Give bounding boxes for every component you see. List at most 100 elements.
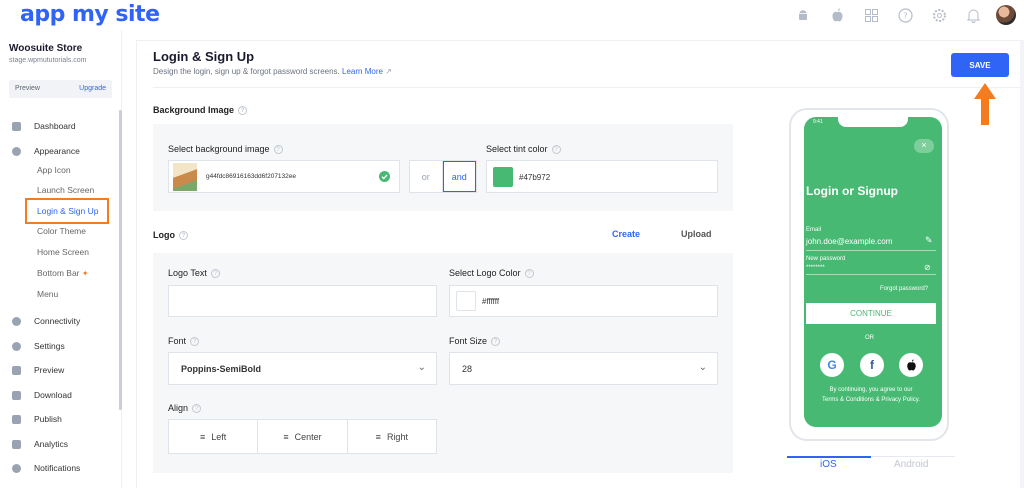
sidebar-sub-home-screen[interactable]: Home Screen — [37, 247, 89, 257]
align-toggle: ≡ Left ≡ Center ≡ Right — [168, 419, 437, 454]
align-right-text: Right — [386, 431, 408, 442]
sidebar-item-appearance[interactable]: Appearance — [12, 146, 80, 156]
sidebar-item-label: Bottom Bar — [37, 268, 80, 278]
sidebar-sub-app-icon[interactable]: App Icon — [37, 165, 71, 175]
help-icon[interactable]: ? — [190, 337, 200, 347]
main-scrollbar[interactable] — [1020, 40, 1024, 488]
store-url: stage.wpmututorials.com — [9, 57, 87, 64]
pencil-icon[interactable]: ✎ — [925, 235, 933, 246]
logo-section-text: Logo — [153, 230, 175, 240]
grid-icon[interactable] — [860, 4, 882, 26]
or-and-toggle: or and — [409, 160, 477, 193]
logo-text-input[interactable] — [168, 285, 437, 317]
tab-ios[interactable]: iOS — [820, 459, 837, 470]
google-icon[interactable]: G — [820, 353, 844, 377]
sidebar-item-label: Settings — [34, 341, 65, 351]
tint-color-picker[interactable]: #47b972 — [486, 160, 718, 193]
apple-icon[interactable] — [826, 4, 848, 26]
help-icon[interactable]: ? — [179, 231, 188, 241]
help-icon[interactable]: ? — [524, 269, 534, 279]
sidebar-sub-color-theme[interactable]: Color Theme — [37, 226, 86, 236]
font-select[interactable]: Poppins-SemiBold ⌄ — [168, 352, 437, 385]
subtitle-text: Design the login, sign up & forgot passw… — [153, 67, 340, 76]
android-icon[interactable] — [792, 4, 814, 26]
facebook-icon[interactable]: f — [860, 353, 884, 377]
align-center-option[interactable]: ≡ Center — [258, 420, 348, 453]
sidebar-sub-launch-screen[interactable]: Launch Screen — [37, 185, 94, 195]
help-icon[interactable]: ? — [491, 337, 501, 347]
font-value: Poppins-SemiBold — [181, 364, 262, 374]
sidebar-sub-bottom-bar[interactable]: Bottom Bar ✦ — [37, 268, 89, 278]
help-icon[interactable]: ? — [238, 106, 248, 116]
background-section-text: Background Image — [153, 105, 235, 115]
sidebar-item-settings[interactable]: Settings — [12, 341, 65, 351]
sidebar-item-label: Connectivity — [34, 316, 81, 326]
sidebar-item-connectivity[interactable]: Connectivity — [12, 316, 80, 326]
align-right-option[interactable]: ≡ Right — [348, 420, 436, 453]
publish-icon — [12, 414, 21, 424]
help-icon[interactable]: ? — [192, 404, 202, 414]
bg-filename: g44fdc86916163dd6f207132ee — [206, 173, 297, 180]
sidebar-sub-menu[interactable]: Menu — [37, 289, 58, 299]
bg-image-picker[interactable]: g44fdc86916163dd6f207132ee — [168, 160, 400, 193]
arrow-up-icon — [974, 83, 996, 125]
preview-upgrade-box: Preview Upgrade — [9, 80, 112, 98]
learn-more-link[interactable]: Learn More — [342, 67, 383, 76]
gear-icon[interactable] — [928, 4, 950, 26]
user-avatar[interactable] — [996, 5, 1016, 25]
palette-icon — [12, 146, 21, 156]
app-logo[interactable]: app my site — [20, 2, 160, 27]
close-icon[interactable]: × — [914, 139, 934, 153]
logo-color-picker[interactable]: #ffffff — [449, 285, 718, 317]
eye-off-icon[interactable]: ⊘ — [924, 263, 931, 272]
align-left-option[interactable]: ≡ Left — [169, 420, 259, 453]
sidebar-sub-login-signup[interactable]: Login & Sign Up — [37, 206, 98, 216]
notifications-icon — [12, 463, 21, 473]
preview-heading: Login or Signup — [806, 184, 898, 198]
sidebar-item-label: Publish — [34, 414, 62, 424]
font-size-value: 28 — [462, 364, 473, 374]
apple-icon[interactable] — [899, 353, 923, 377]
tint-swatch[interactable] — [493, 167, 513, 187]
help-icon[interactable]: ? — [894, 4, 916, 26]
preview-link[interactable]: Preview — [15, 85, 40, 92]
sidebar-item-notifications[interactable]: Notifications — [12, 463, 80, 473]
sidebar-item-publish[interactable]: Publish — [12, 414, 62, 424]
font-size-select[interactable]: 28 ⌄ — [449, 352, 718, 385]
align-label: Align? — [168, 403, 202, 414]
device-tab-active-indicator — [787, 456, 871, 458]
and-option[interactable]: and — [442, 161, 476, 192]
sidebar-item-label: Download — [34, 390, 72, 400]
continue-button[interactable]: CONTINUE — [806, 303, 936, 324]
terms-line-2[interactable]: Terms & Conditions & Privacy Policy. — [806, 397, 936, 403]
external-link-icon: ↗ — [385, 67, 392, 76]
sidebar-item-label: Analytics — [34, 439, 69, 449]
password-value: ******** — [806, 265, 825, 271]
upgrade-link[interactable]: Upgrade — [79, 85, 106, 92]
save-button[interactable]: SAVE — [951, 53, 1009, 77]
logo-color-swatch[interactable] — [456, 291, 476, 311]
help-icon[interactable]: ? — [273, 145, 283, 155]
create-tab[interactable]: Create — [612, 229, 640, 239]
forgot-password-link[interactable]: Forgot password? — [880, 286, 928, 292]
download-icon — [12, 390, 21, 400]
align-center-text: Center — [294, 431, 322, 442]
help-icon[interactable]: ? — [210, 269, 220, 279]
help-icon[interactable]: ? — [551, 145, 561, 155]
dashboard-icon — [12, 121, 21, 131]
sidebar-item-analytics[interactable]: Analytics — [12, 439, 68, 449]
tint-value: #47b972 — [519, 173, 551, 182]
email-label: Email — [806, 227, 822, 233]
tab-android[interactable]: Android — [894, 459, 928, 470]
upload-tab[interactable]: Upload — [681, 229, 712, 239]
font-size-label-text: Font Size — [449, 336, 488, 346]
bell-icon[interactable] — [962, 4, 984, 26]
page-subtitle: Design the login, sign up & forgot passw… — [153, 67, 392, 76]
sidebar-item-download[interactable]: Download — [12, 390, 72, 400]
sidebar-scrollbar[interactable] — [119, 110, 122, 410]
sidebar-item-preview[interactable]: Preview — [12, 365, 64, 375]
logo-color-label: Select Logo Color? — [449, 268, 534, 279]
store-name: Woosuite Store — [9, 43, 83, 54]
sidebar-item-dashboard[interactable]: Dashboard — [12, 121, 76, 131]
or-option[interactable]: or — [410, 161, 443, 192]
